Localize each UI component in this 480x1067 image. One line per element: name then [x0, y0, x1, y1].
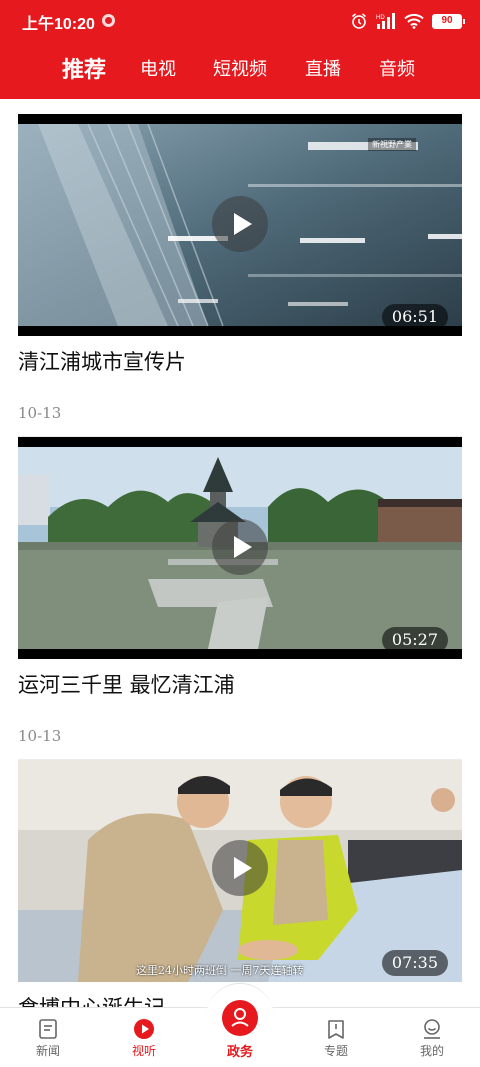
video-title[interactable]: 食博中心诞生记 [18, 992, 165, 1007]
play-icon[interactable] [212, 196, 268, 252]
nav-topics[interactable]: 专题 [296, 1008, 376, 1067]
nav-label: 视听 [131, 1044, 156, 1058]
news-icon [39, 1019, 57, 1039]
play-icon[interactable] [212, 840, 268, 896]
nav-label: 专题 [323, 1044, 348, 1058]
category-tabs: 推荐 电视 短视频 直播 音频 [0, 50, 480, 90]
nav-label: 我的 [419, 1044, 444, 1058]
notification-icon [102, 14, 115, 27]
tab-recommend[interactable]: 推荐 [62, 50, 106, 90]
play-circle-icon [134, 1019, 154, 1039]
video-title[interactable]: 清江浦城市宣传片 [18, 346, 186, 376]
video-thumbnail[interactable]: 新視野产業 06:51 [18, 114, 462, 336]
play-icon[interactable] [212, 519, 268, 575]
thumbnail-watermark: 新視野产業 [368, 138, 416, 151]
wifi-icon [404, 13, 424, 29]
video-thumbnail[interactable]: 05:27 [18, 437, 462, 659]
government-glyph [231, 1008, 249, 1027]
signal-icon: HD [376, 13, 395, 29]
video-thumbnail[interactable]: 这里24小时两班倒 一周7天连轴转 07:35 [18, 760, 462, 982]
tab-short-video[interactable]: 短视频 [213, 50, 267, 90]
video-duration: 06:51 [381, 304, 448, 330]
battery-icon: 90 [432, 13, 465, 29]
video-date: 10-13 [18, 404, 62, 422]
tab-tv[interactable]: 电视 [140, 50, 176, 90]
battery-level: 90 [441, 14, 453, 26]
profile-icon [424, 1019, 440, 1039]
nav-profile[interactable]: 我的 [392, 1008, 472, 1067]
nav-government-label[interactable]: 政务 [200, 1041, 280, 1060]
video-subtitle: 这里24小时两班倒 一周7天连轴转 [136, 964, 304, 977]
video-feed[interactable]: 新視野产業 06:51 清江浦城市宣传片 10-13 05:27 运河三千里 最… [0, 99, 480, 1007]
video-date: 10-13 [18, 727, 62, 745]
app-header: 上午10:20 HD 90 推荐 电视 短视频 直播 音频 [0, 0, 480, 99]
video-title[interactable]: 运河三千里 最忆清江浦 [18, 669, 235, 699]
nav-news[interactable]: 新闻 [8, 1008, 88, 1067]
tab-audio[interactable]: 音频 [379, 50, 415, 90]
status-bar: 上午10:20 HD 90 [0, 0, 480, 42]
status-time: 上午10:20 [22, 16, 95, 33]
video-duration: 05:27 [381, 627, 448, 653]
government-icon[interactable] [222, 1000, 258, 1036]
tab-live[interactable]: 直播 [305, 50, 341, 90]
status-icons: HD 90 [350, 10, 465, 32]
video-duration: 07:35 [381, 950, 448, 976]
svg-text:HD: HD [376, 15, 385, 21]
bookmark-icon [328, 1020, 344, 1039]
nav-label: 新闻 [35, 1044, 60, 1058]
alarm-icon [351, 13, 367, 29]
nav-audiovisual[interactable]: 视听 [104, 1008, 184, 1067]
